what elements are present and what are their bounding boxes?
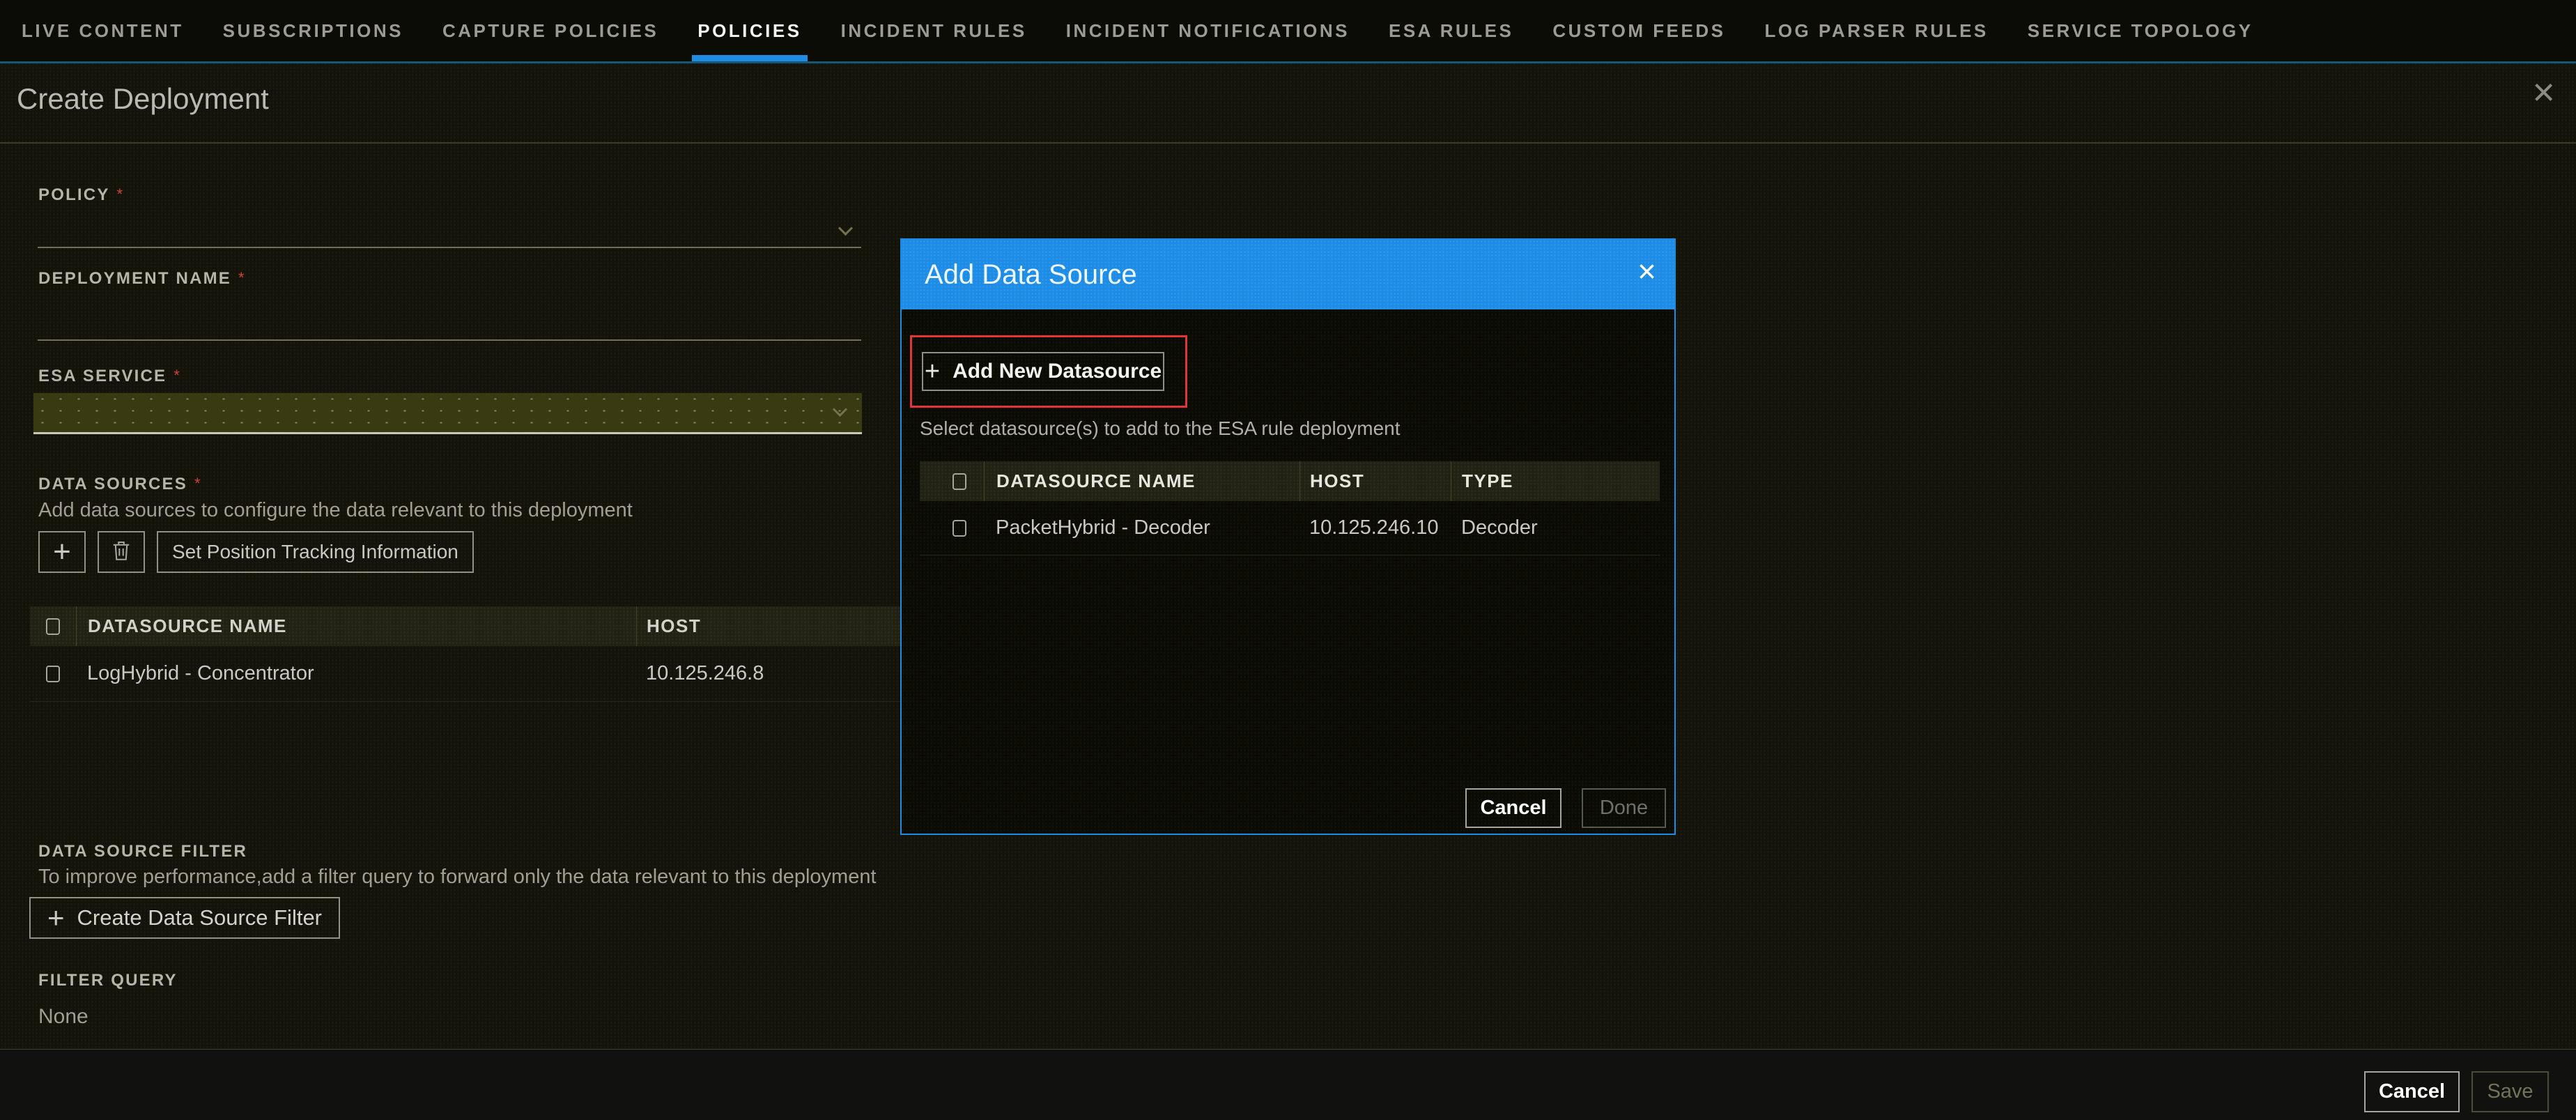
filter-query-label: FILTER QUERY: [38, 971, 178, 990]
page-close-icon[interactable]: ×: [2532, 72, 2555, 112]
row-checkbox-cell: [30, 666, 76, 682]
data-sources-label: DATA SOURCES*: [38, 475, 201, 494]
modal-close-icon[interactable]: ×: [1637, 255, 1656, 287]
data-sources-description: Add data sources to configure the data r…: [38, 499, 633, 522]
page-title: Create Deployment: [17, 82, 269, 116]
plus-icon: +: [53, 537, 71, 567]
create-filter-label: Create Data Source Filter: [77, 905, 322, 930]
plus-icon: +: [47, 903, 65, 933]
header-checkbox-cell: [920, 461, 984, 501]
table-header-row: DATASOURCE NAME HOST TYPE: [920, 461, 1660, 501]
chevron-down-icon: [838, 221, 853, 236]
modal-footer-buttons: Cancel Done: [1465, 788, 1666, 828]
nav-item-esa-rules[interactable]: ESA RULES: [1389, 0, 1513, 61]
header-checkbox-cell: [30, 606, 76, 646]
add-datasource-button[interactable]: +: [38, 531, 86, 573]
plus-icon: +: [925, 358, 940, 385]
datasource-name-cell: PacketHybrid - Decoder: [984, 516, 1299, 539]
nav-item-service-topology[interactable]: SERVICE TOPOLOGY: [2028, 0, 2253, 61]
top-nav: LIVE CONTENT SUBSCRIPTIONS CAPTURE POLIC…: [0, 0, 2576, 63]
deployment-name-field-underline[interactable]: [38, 339, 861, 341]
delete-datasource-button[interactable]: [98, 531, 145, 573]
select-all-checkbox[interactable]: [952, 473, 966, 490]
host-header: HOST: [636, 606, 900, 646]
table-header-row: DATASOURCE NAME HOST: [30, 606, 900, 646]
host-cell: 10.125.246.8: [636, 662, 900, 685]
type-header: TYPE: [1451, 461, 1660, 501]
esa-service-label: ESA SERVICE*: [38, 367, 180, 386]
add-new-datasource-button[interactable]: + Add New Datasource: [922, 352, 1164, 391]
nav-item-live-content[interactable]: LIVE CONTENT: [22, 0, 184, 61]
policy-label: POLICY*: [38, 185, 123, 205]
nav-item-subscriptions[interactable]: SUBSCRIPTIONS: [223, 0, 403, 61]
deployment-name-label: DEPLOYMENT NAME*: [38, 269, 245, 289]
select-all-checkbox[interactable]: [46, 618, 60, 635]
data-source-filter-description: To improve performance,add a filter quer…: [38, 866, 877, 889]
nav-item-custom-feeds[interactable]: CUSTOM FEEDS: [1552, 0, 1725, 61]
table-row[interactable]: PacketHybrid - Decoder 10.125.246.10 Dec…: [920, 501, 1660, 555]
required-mark: *: [117, 185, 123, 203]
create-data-source-filter-button[interactable]: + Create Data Source Filter: [29, 897, 340, 939]
add-new-datasource-label: Add New Datasource: [952, 360, 1162, 383]
esa-service-dropdown[interactable]: [33, 393, 862, 434]
footer-buttons: Cancel Save: [2364, 1071, 2549, 1112]
create-deployment-screen: LIVE CONTENT SUBSCRIPTIONS CAPTURE POLIC…: [0, 0, 2576, 1120]
required-mark: *: [238, 269, 245, 286]
datasource-name-header: DATASOURCE NAME: [984, 461, 1299, 501]
datasource-name-header: DATASOURCE NAME: [76, 606, 636, 646]
policy-dropdown[interactable]: [840, 223, 851, 237]
nav-item-incident-rules[interactable]: INCIDENT RULES: [841, 0, 1027, 61]
modal-title: Add Data Source: [902, 259, 1137, 291]
set-position-tracking-button[interactable]: Set Position Tracking Information: [157, 531, 474, 573]
modal-datasource-table: DATASOURCE NAME HOST TYPE PacketHybrid -…: [920, 461, 1660, 555]
table-row[interactable]: LogHybrid - Concentrator 10.125.246.8: [30, 646, 900, 702]
policy-field-underline[interactable]: [38, 247, 861, 248]
data-sources-table: DATASOURCE NAME HOST LogHybrid - Concent…: [30, 606, 900, 702]
nav-item-policies[interactable]: POLICIES: [697, 0, 801, 61]
filter-query-value: None: [38, 1005, 88, 1029]
chevron-down-icon: [835, 404, 845, 418]
host-header: HOST: [1299, 461, 1451, 501]
datasource-name-cell: LogHybrid - Concentrator: [76, 662, 636, 685]
row-checkbox[interactable]: [952, 520, 966, 537]
required-mark: *: [173, 367, 180, 384]
trash-icon: [109, 538, 134, 567]
data-sources-toolbar: + Set Position Tracking Information: [38, 531, 474, 573]
nav-item-capture-policies[interactable]: CAPTURE POLICIES: [442, 0, 658, 61]
required-mark: *: [194, 475, 201, 492]
add-data-source-modal: Add Data Source × + Add New Datasource S…: [900, 238, 1676, 835]
cancel-button[interactable]: Cancel: [2364, 1071, 2460, 1112]
save-button[interactable]: Save: [2471, 1071, 2549, 1112]
row-checkbox-cell: [920, 520, 984, 537]
page-footer: Cancel Save: [0, 1049, 2576, 1120]
modal-done-button[interactable]: Done: [1582, 788, 1666, 828]
type-cell: Decoder: [1451, 516, 1660, 539]
row-checkbox[interactable]: [46, 666, 60, 682]
host-cell: 10.125.246.10: [1299, 516, 1451, 539]
modal-description: Select datasource(s) to add to the ESA r…: [920, 417, 1401, 440]
nav-item-incident-notifications[interactable]: INCIDENT NOTIFICATIONS: [1066, 0, 1350, 61]
modal-header: Add Data Source ×: [902, 240, 1674, 309]
modal-cancel-button[interactable]: Cancel: [1465, 788, 1561, 828]
title-divider: [0, 142, 2576, 144]
data-source-filter-label: DATA SOURCE FILTER: [38, 842, 247, 861]
nav-item-log-parser-rules[interactable]: LOG PARSER RULES: [1764, 0, 1988, 61]
